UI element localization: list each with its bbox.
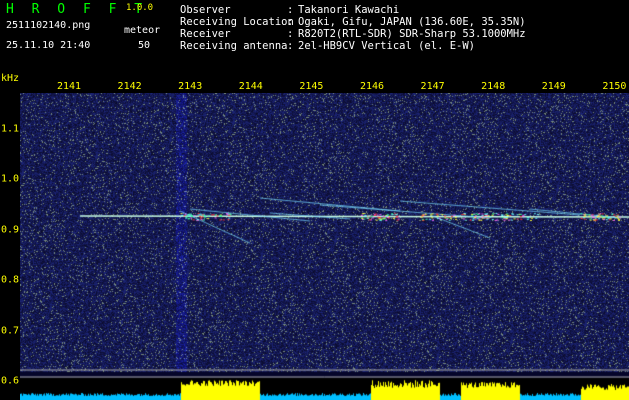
spectrogram-canvas <box>20 93 629 400</box>
y-tick-label: 0.8 <box>1 274 20 286</box>
file-name: 2511102140.png <box>6 20 91 31</box>
hrofft-window: H R O F F T 1.0.0 2511102140.png 25.11.1… <box>0 0 629 400</box>
x-tick-label: 2149 <box>541 81 566 92</box>
info-value: 2el-HB9CV Vertical (el. E-W) <box>298 40 476 52</box>
y-tick-label: 0.9 <box>1 224 20 236</box>
app-version: 1.0.0 <box>126 3 154 13</box>
info-colon: : <box>287 16 294 28</box>
x-tick-label: 2144 <box>238 81 263 92</box>
meteor-label: meteor <box>124 25 161 36</box>
y-axis-unit: kHz <box>1 73 20 84</box>
info-label: Receiving antenna <box>180 40 288 52</box>
info-value: Ogaki, Gifu, JAPAN (136.60E, 35.35N) <box>298 16 526 28</box>
x-tick-label: 2141 <box>56 81 82 92</box>
x-tick-label: 2147 <box>420 81 445 92</box>
y-tick-label: 0.7 <box>1 325 20 337</box>
x-tick-label: 2150 <box>602 81 627 92</box>
info-colon: : <box>287 4 294 16</box>
date-time: 25.11.10 21:40 <box>6 40 91 51</box>
x-tick-label: 2148 <box>481 81 506 92</box>
meteor-count: 50 <box>138 40 151 51</box>
spectrogram-plot <box>20 93 629 400</box>
x-tick-label: 2143 <box>178 81 203 92</box>
x-tick-label: 2145 <box>299 81 324 92</box>
info-value: R820T2(RTL-SDR) SDR-Sharp 53.1000MHz <box>298 28 526 40</box>
info-value: Takanori Kawachi <box>298 4 400 16</box>
info-colon: : <box>287 28 294 40</box>
x-tick-label: 2142 <box>117 81 142 92</box>
info-label: Observer <box>180 4 231 16</box>
info-label: Receiving Location <box>180 16 294 28</box>
x-tick-label: 2146 <box>359 81 385 92</box>
info-colon: : <box>287 40 294 52</box>
info-label: Receiver <box>180 28 231 40</box>
y-tick-label: 0.6 <box>1 375 20 387</box>
y-tick-label: 1.1 <box>1 123 20 135</box>
y-tick-label: 1.0 <box>1 173 20 185</box>
